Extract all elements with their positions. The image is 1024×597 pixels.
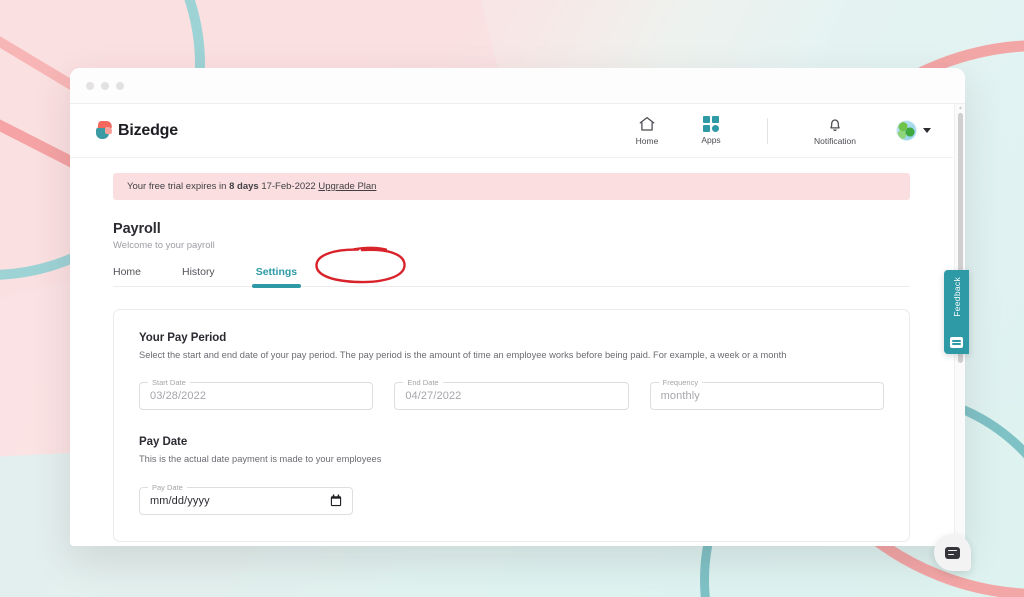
- trial-banner: Your free trial expires in 8 days 17-Feb…: [113, 173, 910, 200]
- avatar: [896, 120, 917, 141]
- pay-period-field-row: Start Date 03/28/2022 End Date 04/27/202…: [139, 378, 884, 411]
- pay-date-description: This is the actual date payment is made …: [139, 454, 382, 465]
- chat-support-button[interactable]: [934, 534, 971, 571]
- window-dot-minimize[interactable]: [101, 81, 109, 90]
- pay-period-title: Your Pay Period: [139, 332, 227, 344]
- frequency-label: Frequency: [658, 378, 703, 388]
- trial-banner-prefix: Your free trial expires in: [127, 181, 227, 192]
- bell-icon: [830, 119, 840, 132]
- start-date-value: 03/28/2022: [150, 390, 207, 403]
- bizedge-logo-mark-icon: [96, 121, 113, 140]
- payroll-settings-card: Your Pay Period Select the start and end…: [113, 309, 910, 542]
- pay-period-description: Select the start and end date of your pa…: [139, 350, 787, 360]
- frequency-field[interactable]: Frequency monthly: [649, 378, 884, 411]
- window-titlebar: [70, 68, 965, 104]
- feedback-tab-label: Feedback: [951, 277, 962, 317]
- tab-bar: Home History Settings: [113, 246, 910, 288]
- brand-logo[interactable]: Bizedge: [96, 121, 178, 140]
- scrollbar-up-arrow[interactable]: ▲: [958, 106, 963, 111]
- trial-banner-days: 8 days: [229, 181, 259, 192]
- page-title: Payroll: [113, 221, 161, 237]
- window-dot-maximize[interactable]: [116, 81, 124, 90]
- browser-viewport: Bizedge Home Apps Notification Your free…: [70, 104, 965, 546]
- frequency-value: monthly: [660, 390, 700, 403]
- end-date-field[interactable]: End Date 04/27/2022: [394, 378, 629, 411]
- pay-date-title: Pay Date: [139, 436, 188, 449]
- upgrade-plan-link[interactable]: Upgrade Plan: [318, 181, 376, 192]
- browser-window: Bizedge Home Apps Notification Your free…: [70, 68, 965, 546]
- header-navigation: Home Apps Notification: [615, 115, 931, 146]
- pay-date-section: Pay Date This is the actual date payment…: [139, 436, 884, 515]
- start-date-label: Start Date: [148, 378, 190, 388]
- nav-item-apps[interactable]: Apps: [679, 116, 743, 145]
- nav-item-home[interactable]: Home: [615, 115, 679, 146]
- window-dot-close[interactable]: [86, 81, 94, 90]
- app-header: Bizedge Home Apps Notification: [70, 104, 953, 158]
- home-icon: [639, 116, 655, 131]
- chat-bubble-icon: [945, 546, 960, 559]
- feedback-tab[interactable]: Feedback: [944, 270, 969, 354]
- end-date-value: 04/27/2022: [405, 390, 462, 403]
- nav-item-notification[interactable]: Notification: [796, 115, 874, 146]
- nav-item-notification-label: Notification: [813, 136, 857, 146]
- brand-logo-text: Bizedge: [118, 121, 178, 139]
- nav-item-apps-label: Apps: [701, 135, 721, 145]
- end-date-label: End Date: [403, 378, 443, 388]
- pay-date-label: Pay Date: [148, 482, 187, 492]
- account-menu[interactable]: [896, 120, 931, 141]
- pay-date-field[interactable]: Pay Date mm/dd/yyyy: [139, 482, 353, 515]
- annotation-red-ellipse: [315, 246, 406, 284]
- feedback-form-icon: [950, 337, 963, 348]
- pay-date-placeholder: mm/dd/yyyy: [150, 494, 210, 507]
- tab-settings[interactable]: Settings: [251, 266, 302, 288]
- chevron-down-icon: [923, 128, 931, 133]
- start-date-field[interactable]: Start Date 03/28/2022: [139, 378, 374, 411]
- page-subtitle: Welcome to your payroll: [113, 240, 215, 251]
- header-divider: [767, 117, 768, 144]
- page-header: Payroll Welcome to your payroll: [113, 221, 910, 251]
- pay-date-field-row: Pay Date mm/dd/yyyy: [139, 482, 884, 515]
- nav-item-home-label: Home: [635, 136, 659, 146]
- app-content: Your free trial expires in 8 days 17-Feb…: [70, 173, 953, 542]
- calendar-icon[interactable]: [330, 494, 342, 507]
- tab-home[interactable]: Home: [113, 266, 141, 286]
- app-root: Bizedge Home Apps Notification Your free…: [70, 104, 953, 546]
- tab-history[interactable]: History: [182, 266, 215, 286]
- trial-banner-date: 17-Feb-2022: [261, 181, 316, 192]
- apps-grid-icon: [703, 116, 719, 132]
